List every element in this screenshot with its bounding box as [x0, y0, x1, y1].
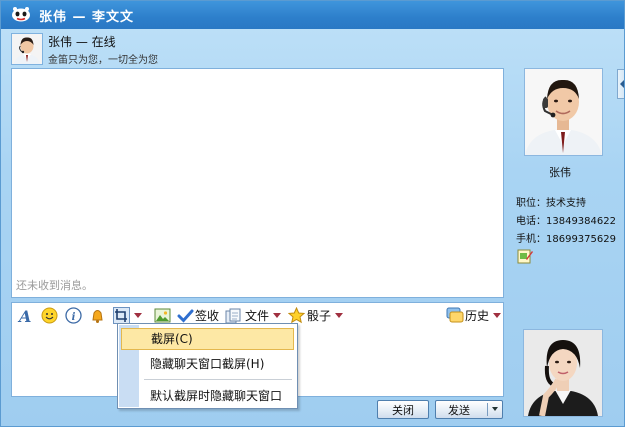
mobile-value: 18699375629 — [546, 234, 616, 245]
svg-text:A: A — [17, 307, 31, 325]
empty-message-placeholder: 还未收到消息。 — [16, 279, 93, 292]
contact-header: 张伟 — 在线 金笛只为您，一切全为您 — [11, 33, 501, 67]
app-logo-icon — [11, 6, 31, 22]
history-label: 历史 — [465, 309, 490, 323]
position-label: 职位： — [516, 198, 546, 209]
send-options-chevron-icon[interactable] — [492, 407, 498, 411]
info-icon[interactable]: i — [65, 306, 82, 325]
phone-value: 13849384622 — [546, 216, 616, 227]
chevron-left-icon — [620, 80, 624, 88]
position-value: 技术支持 — [546, 198, 586, 209]
contact-avatar[interactable] — [11, 33, 43, 65]
message-history-area[interactable]: 还未收到消息。 — [11, 68, 504, 298]
dice-label: 骰子 — [307, 309, 332, 323]
send-label: 发送 — [448, 403, 470, 417]
chat-window: 张伟 — 李文文 张伟 — 在线 金笛只为您，一切全为您 还未收到消息。 A i… — [0, 0, 625, 427]
screenshot-dropdown-menu: 截屏(C) 隐藏聊天窗口截屏(H) 默认截屏时隐藏聊天窗口 — [117, 323, 298, 409]
phone-label: 电话： — [516, 216, 546, 227]
profile-mobile: 手机：18699375629 — [516, 230, 616, 245]
contact-profile-photo[interactable] — [524, 68, 603, 156]
menu-separator — [144, 379, 292, 380]
close-button[interactable]: 关闭 — [377, 400, 429, 419]
profile-name: 张伟 — [549, 166, 571, 179]
history-button[interactable]: 历史 — [446, 306, 502, 325]
contact-signature: 金笛只为您，一切全为您 — [48, 55, 158, 66]
svg-text:i: i — [72, 312, 76, 323]
profile-phone: 电话：13849384622 — [516, 212, 616, 227]
file-label: 文件 — [245, 309, 270, 323]
window-title: 张伟 — 李文文 — [39, 10, 135, 25]
send-divider — [487, 403, 488, 416]
menu-item-default-hide-window[interactable]: 默认截屏时隐藏聊天窗口 — [121, 385, 294, 407]
contact-name-status: 张伟 — 在线 — [48, 35, 116, 49]
edit-contact-icon[interactable] — [517, 248, 533, 264]
profile-position: 职位：技术支持 — [516, 194, 586, 209]
history-icon — [446, 307, 464, 324]
menu-item-capture[interactable]: 截屏(C) — [121, 328, 294, 350]
send-button[interactable]: 发送 — [435, 400, 503, 419]
sign-label: 签收 — [195, 309, 220, 323]
star-icon — [288, 307, 305, 324]
title-bar[interactable]: 张伟 — 李文文 — [1, 1, 624, 29]
self-profile-photo[interactable] — [523, 329, 603, 417]
font-icon[interactable]: A — [17, 306, 35, 325]
collapse-sidebar-button[interactable] — [617, 69, 624, 99]
bell-icon[interactable] — [89, 306, 106, 325]
checkmark-icon — [177, 308, 194, 324]
file-icon — [225, 308, 243, 324]
menu-item-capture-hide-window[interactable]: 隐藏聊天窗口截屏(H) — [121, 353, 294, 375]
smiley-icon[interactable] — [41, 306, 58, 325]
mobile-label: 手机： — [516, 234, 546, 245]
